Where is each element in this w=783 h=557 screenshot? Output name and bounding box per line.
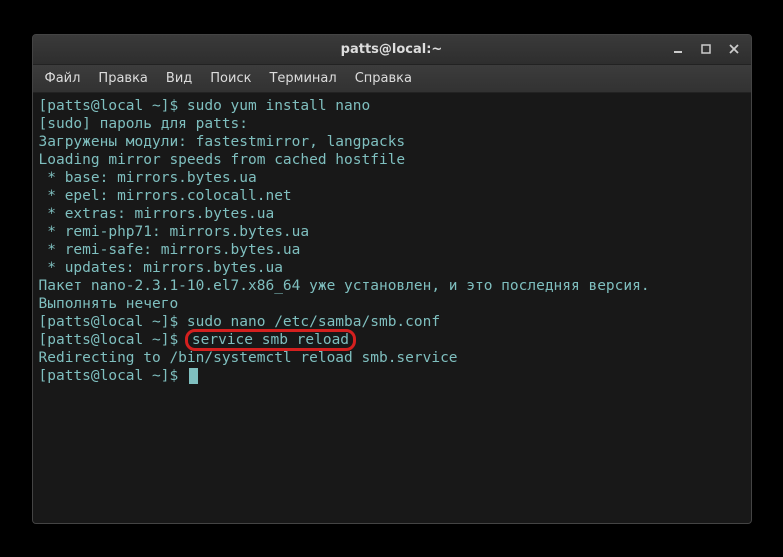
highlighted-command: service smb reload [192,332,349,348]
maximize-button[interactable] [693,38,719,60]
terminal-line-prompt: [patts@local ~]$ [39,367,745,385]
prompt: [patts@local ~]$ [39,368,187,384]
terminal-line: * updates: mirrors.bytes.ua [39,259,745,277]
close-button[interactable] [721,38,747,60]
command-highlight: service smb reload [185,329,356,351]
terminal-line: Загружены модули: fastestmirror, langpac… [39,133,745,151]
minimize-button[interactable] [665,38,691,60]
window-title: patts@local:~ [341,42,443,57]
menu-terminal[interactable]: Терминал [261,68,344,89]
menu-search[interactable]: Поиск [202,68,259,89]
maximize-icon [701,44,711,54]
terminal-line: Loading mirror speeds from cached hostfi… [39,151,745,169]
terminal-output[interactable]: [patts@local ~]$ sudo yum install nano [… [33,93,751,523]
prompt: [patts@local ~]$ [39,332,187,348]
close-icon [729,44,739,54]
titlebar[interactable]: patts@local:~ [33,35,751,65]
menu-help[interactable]: Справка [347,68,420,89]
terminal-line: * remi-safe: mirrors.bytes.ua [39,241,745,259]
terminal-line: Выполнять нечего [39,295,745,313]
terminal-window: patts@local:~ Файл Правка Вид Поиск Терм… [32,34,752,524]
terminal-line: [patts@local ~]$ sudo nano /etc/samba/sm… [39,313,745,331]
menu-edit[interactable]: Правка [90,68,155,89]
window-controls [665,38,747,60]
terminal-line: [patts@local ~]$ sudo yum install nano [39,97,745,115]
terminal-line: * epel: mirrors.colocall.net [39,187,745,205]
terminal-line: * extras: mirrors.bytes.ua [39,205,745,223]
menu-view[interactable]: Вид [158,68,200,89]
minimize-icon [673,44,683,54]
terminal-line: * base: mirrors.bytes.ua [39,169,745,187]
terminal-line: [sudo] пароль для patts: [39,115,745,133]
menubar: Файл Правка Вид Поиск Терминал Справка [33,65,751,93]
cursor [189,368,198,384]
terminal-line-highlighted: [patts@local ~]$ service smb reload [39,331,745,349]
menu-file[interactable]: Файл [37,68,89,89]
terminal-line: Пакет nano-2.3.1-10.el7.x86_64 уже устан… [39,277,745,295]
terminal-line: Redirecting to /bin/systemctl reload smb… [39,349,745,367]
terminal-line: * remi-php71: mirrors.bytes.ua [39,223,745,241]
